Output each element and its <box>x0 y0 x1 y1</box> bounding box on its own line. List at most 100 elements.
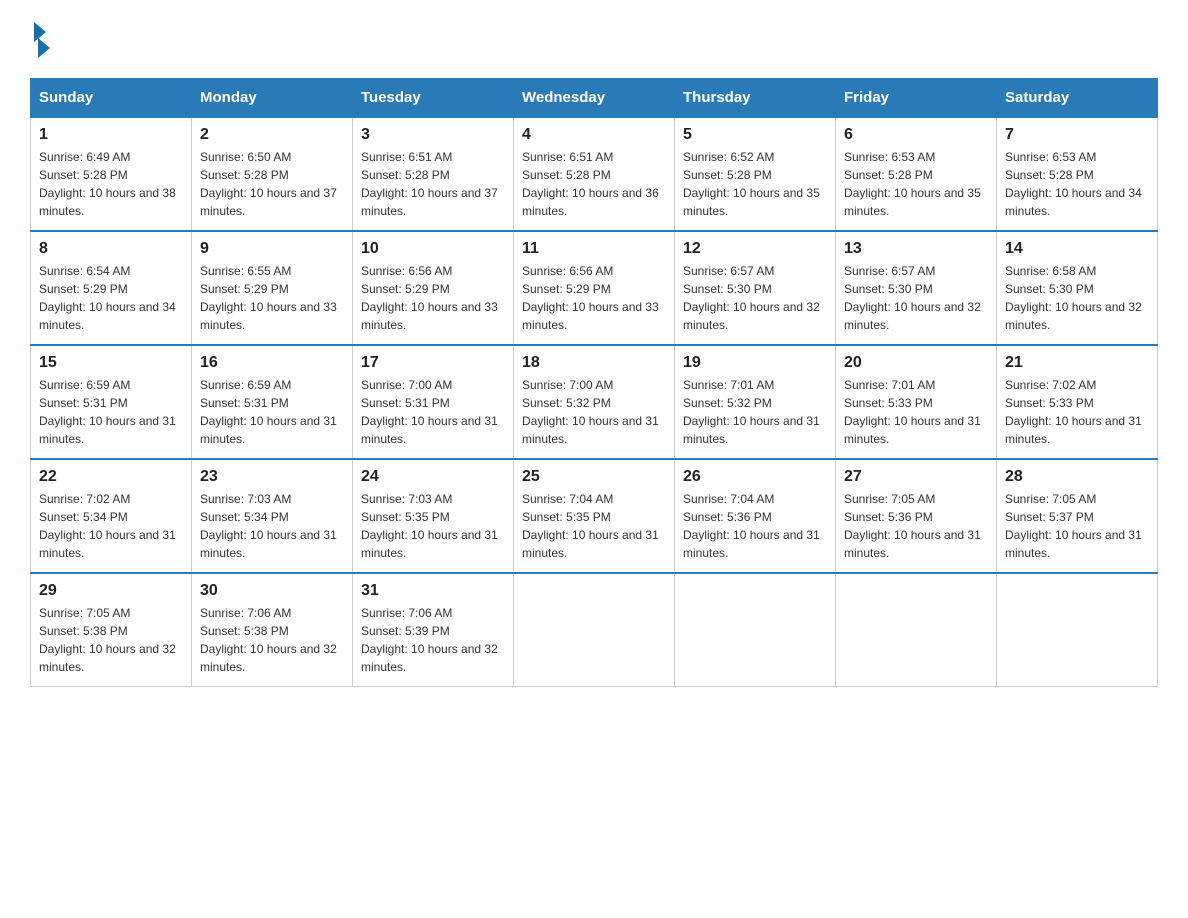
day-cell-25: 25Sunrise: 7:04 AMSunset: 5:35 PMDayligh… <box>514 459 675 573</box>
day-number: 5 <box>683 126 827 144</box>
day-number: 3 <box>361 126 505 144</box>
day-number: 25 <box>522 468 666 486</box>
day-cell-19: 19 Sunrise: 7:01 AMSunset: 5:32 PMDayligh… <box>675 345 836 459</box>
day-number: 13 <box>844 240 988 258</box>
day-cell-3: 3 Sunrise: 6:51 AMSunset: 5:28 PMDaylight… <box>353 117 514 231</box>
day-info: Sunrise: 7:00 AMSunset: 5:31 PMDaylight:… <box>361 376 505 448</box>
day-header-thursday: Thursday <box>675 79 836 118</box>
day-cell-5: 5 Sunrise: 6:52 AMSunset: 5:28 PMDaylight… <box>675 117 836 231</box>
day-info: Sunrise: 7:00 AMSunset: 5:32 PMDaylight:… <box>522 376 666 448</box>
day-info: Sunrise: 6:59 AMSunset: 5:31 PMDaylight:… <box>39 376 183 448</box>
day-number: 4 <box>522 126 666 144</box>
day-number: 23 <box>200 468 344 486</box>
day-header-friday: Friday <box>836 79 997 118</box>
day-cell-21: 21 Sunrise: 7:02 AMSunset: 5:33 PMDayligh… <box>997 345 1158 459</box>
day-header-tuesday: Tuesday <box>353 79 514 118</box>
day-info: Sunrise: 6:56 AMSunset: 5:29 PMDaylight:… <box>522 262 666 334</box>
day-number: 16 <box>200 354 344 372</box>
day-info: Sunrise: 7:03 AMSunset: 5:35 PMDaylight:… <box>361 490 505 562</box>
day-cell-11: 11 Sunrise: 6:56 AMSunset: 5:29 PMDayligh… <box>514 231 675 345</box>
day-info: Sunrise: 7:05 AMSunset: 5:36 PMDaylight:… <box>844 490 988 562</box>
day-cell-12: 12 Sunrise: 6:57 AMSunset: 5:30 PMDayligh… <box>675 231 836 345</box>
day-number: 31 <box>361 582 505 600</box>
day-number: 14 <box>1005 240 1149 258</box>
day-cell-8: 8 Sunrise: 6:54 AMSunset: 5:29 PMDaylight… <box>31 231 192 345</box>
empty-cell <box>836 573 997 687</box>
day-number: 11 <box>522 240 666 258</box>
days-header-row: SundayMondayTuesdayWednesdayThursdayFrid… <box>31 79 1158 118</box>
day-info: Sunrise: 6:49 AMSunset: 5:28 PMDaylight:… <box>39 148 183 220</box>
day-cell-20: 20Sunrise: 7:01 AMSunset: 5:33 PMDayligh… <box>836 345 997 459</box>
day-number: 30 <box>200 582 344 600</box>
day-info: Sunrise: 6:51 AMSunset: 5:28 PMDaylight:… <box>361 148 505 220</box>
day-info: Sunrise: 6:54 AMSunset: 5:29 PMDaylight:… <box>39 262 183 334</box>
day-number: 26 <box>683 468 827 486</box>
day-info: Sunrise: 6:53 AMSunset: 5:28 PMDaylight:… <box>844 148 988 220</box>
day-info: Sunrise: 7:04 AMSunset: 5:36 PMDaylight:… <box>683 490 827 562</box>
logo-arrow-icon2 <box>38 38 50 58</box>
day-cell-17: 17 Sunrise: 7:00 AMSunset: 5:31 PMDayligh… <box>353 345 514 459</box>
day-number: 17 <box>361 354 505 372</box>
day-cell-2: 2Sunrise: 6:50 AMSunset: 5:28 PMDaylight… <box>192 117 353 231</box>
day-number: 22 <box>39 468 183 486</box>
week-row-3: 15 Sunrise: 6:59 AMSunset: 5:31 PMDayligh… <box>31 345 1158 459</box>
day-number: 2 <box>200 126 344 144</box>
day-info: Sunrise: 6:51 AMSunset: 5:28 PMDaylight:… <box>522 148 666 220</box>
day-info: Sunrise: 6:52 AMSunset: 5:28 PMDaylight:… <box>683 148 827 220</box>
day-number: 29 <box>39 582 183 600</box>
day-number: 20 <box>844 354 988 372</box>
day-cell-10: 10 Sunrise: 6:56 AMSunset: 5:29 PMDayligh… <box>353 231 514 345</box>
day-cell-29: 29Sunrise: 7:05 AMSunset: 5:38 PMDayligh… <box>31 573 192 687</box>
day-header-saturday: Saturday <box>997 79 1158 118</box>
day-cell-13: 13 Sunrise: 6:57 AMSunset: 5:30 PMDayligh… <box>836 231 997 345</box>
day-number: 28 <box>1005 468 1149 486</box>
day-number: 7 <box>1005 126 1149 144</box>
day-info: Sunrise: 6:57 AMSunset: 5:30 PMDaylight:… <box>683 262 827 334</box>
day-number: 8 <box>39 240 183 258</box>
day-info: Sunrise: 6:57 AMSunset: 5:30 PMDaylight:… <box>844 262 988 334</box>
day-cell-23: 23Sunrise: 7:03 AMSunset: 5:34 PMDayligh… <box>192 459 353 573</box>
day-info: Sunrise: 7:05 AMSunset: 5:37 PMDaylight:… <box>1005 490 1149 562</box>
day-number: 24 <box>361 468 505 486</box>
day-cell-16: 16Sunrise: 6:59 AMSunset: 5:31 PMDayligh… <box>192 345 353 459</box>
page-header <box>30 20 1158 58</box>
day-number: 19 <box>683 354 827 372</box>
day-cell-1: 1Sunrise: 6:49 AMSunset: 5:28 PMDaylight… <box>31 117 192 231</box>
day-cell-14: 14Sunrise: 6:58 AMSunset: 5:30 PMDayligh… <box>997 231 1158 345</box>
day-number: 9 <box>200 240 344 258</box>
day-cell-7: 7 Sunrise: 6:53 AMSunset: 5:28 PMDaylight… <box>997 117 1158 231</box>
empty-cell <box>514 573 675 687</box>
day-number: 10 <box>361 240 505 258</box>
empty-cell <box>675 573 836 687</box>
day-cell-30: 30Sunrise: 7:06 AMSunset: 5:38 PMDayligh… <box>192 573 353 687</box>
day-number: 18 <box>522 354 666 372</box>
day-info: Sunrise: 7:02 AMSunset: 5:34 PMDaylight:… <box>39 490 183 562</box>
day-number: 6 <box>844 126 988 144</box>
logo <box>30 20 54 58</box>
day-cell-6: 6 Sunrise: 6:53 AMSunset: 5:28 PMDaylight… <box>836 117 997 231</box>
day-info: Sunrise: 7:02 AMSunset: 5:33 PMDaylight:… <box>1005 376 1149 448</box>
day-info: Sunrise: 6:56 AMSunset: 5:29 PMDaylight:… <box>361 262 505 334</box>
day-cell-4: 4 Sunrise: 6:51 AMSunset: 5:28 PMDaylight… <box>514 117 675 231</box>
week-row-4: 22 Sunrise: 7:02 AMSunset: 5:34 PMDayligh… <box>31 459 1158 573</box>
empty-cell <box>997 573 1158 687</box>
calendar-table: SundayMondayTuesdayWednesdayThursdayFrid… <box>30 78 1158 687</box>
day-info: Sunrise: 7:01 AMSunset: 5:32 PMDaylight:… <box>683 376 827 448</box>
day-cell-18: 18 Sunrise: 7:00 AMSunset: 5:32 PMDayligh… <box>514 345 675 459</box>
day-number: 21 <box>1005 354 1149 372</box>
day-header-wednesday: Wednesday <box>514 79 675 118</box>
week-row-2: 8 Sunrise: 6:54 AMSunset: 5:29 PMDaylight… <box>31 231 1158 345</box>
day-cell-28: 28 Sunrise: 7:05 AMSunset: 5:37 PMDayligh… <box>997 459 1158 573</box>
day-header-monday: Monday <box>192 79 353 118</box>
day-info: Sunrise: 6:53 AMSunset: 5:28 PMDaylight:… <box>1005 148 1149 220</box>
day-cell-22: 22 Sunrise: 7:02 AMSunset: 5:34 PMDayligh… <box>31 459 192 573</box>
week-row-5: 29Sunrise: 7:05 AMSunset: 5:38 PMDayligh… <box>31 573 1158 687</box>
week-row-1: 1Sunrise: 6:49 AMSunset: 5:28 PMDaylight… <box>31 117 1158 231</box>
day-cell-15: 15 Sunrise: 6:59 AMSunset: 5:31 PMDayligh… <box>31 345 192 459</box>
day-cell-9: 9 Sunrise: 6:55 AMSunset: 5:29 PMDaylight… <box>192 231 353 345</box>
day-cell-27: 27Sunrise: 7:05 AMSunset: 5:36 PMDayligh… <box>836 459 997 573</box>
day-info: Sunrise: 6:55 AMSunset: 5:29 PMDaylight:… <box>200 262 344 334</box>
day-number: 12 <box>683 240 827 258</box>
day-number: 15 <box>39 354 183 372</box>
day-cell-24: 24 Sunrise: 7:03 AMSunset: 5:35 PMDayligh… <box>353 459 514 573</box>
